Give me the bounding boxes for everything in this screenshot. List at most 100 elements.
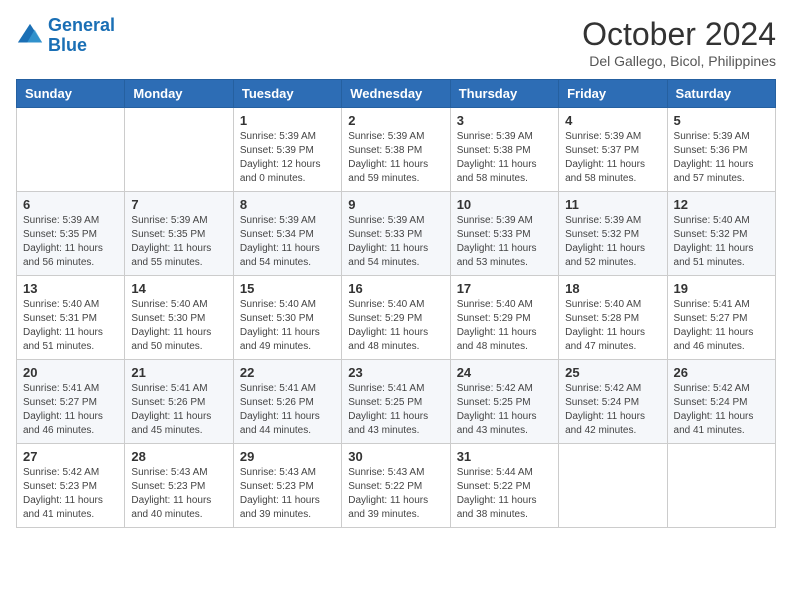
day-info: Sunrise: 5:40 AM Sunset: 5:31 PM Dayligh… (23, 298, 118, 354)
day-info: Sunrise: 5:42 AM Sunset: 5:23 PM Dayligh… (23, 466, 118, 522)
calendar-cell: 17Sunrise: 5:40 AM Sunset: 5:29 PM Dayli… (450, 276, 558, 360)
header-friday: Friday (559, 80, 667, 108)
calendar-week-row: 20Sunrise: 5:41 AM Sunset: 5:27 PM Dayli… (17, 360, 776, 444)
day-info: Sunrise: 5:43 AM Sunset: 5:23 PM Dayligh… (131, 466, 226, 522)
calendar-cell: 19 Sunrise: 5:41 AM Sunset: 5:27 PM Dayli… (667, 276, 775, 360)
calendar-cell (125, 108, 233, 192)
calendar-cell: 1Sunrise: 5:39 AM Sunset: 5:39 PM Daylig… (233, 108, 341, 192)
calendar-cell: 18 Sunrise: 5:40 AM Sunset: 5:28 PM Dayli… (559, 276, 667, 360)
day-info: Sunrise: 5:43 AM Sunset: 5:22 PM Dayligh… (348, 466, 443, 522)
day-number: 22 (240, 365, 335, 380)
day-info: Sunrise: 5:39 AM Sunset: 5:36 PM Dayligh… (674, 130, 769, 186)
calendar-cell: 28 Sunrise: 5:43 AM Sunset: 5:23 PM Dayli… (125, 444, 233, 528)
calendar-cell: 27 Sunrise: 5:42 AM Sunset: 5:23 PM Dayli… (17, 444, 125, 528)
header-wednesday: Wednesday (342, 80, 450, 108)
logo-icon (16, 22, 44, 50)
day-info: Sunrise: 5:39 AM Sunset: 5:38 PM Dayligh… (457, 130, 552, 186)
day-info: Sunrise: 5:39 AM Sunset: 5:38 PM Dayligh… (348, 130, 443, 186)
calendar-cell: 22Sunrise: 5:41 AM Sunset: 5:26 PM Dayli… (233, 360, 341, 444)
calendar-cell: 29 Sunrise: 5:43 AM Sunset: 5:23 PM Dayli… (233, 444, 341, 528)
day-number: 16 (348, 281, 443, 296)
calendar-cell: 16Sunrise: 5:40 AM Sunset: 5:29 PM Dayli… (342, 276, 450, 360)
calendar-cell: 13 Sunrise: 5:40 AM Sunset: 5:31 PM Dayli… (17, 276, 125, 360)
calendar-cell: 11 Sunrise: 5:39 AM Sunset: 5:32 PM Dayli… (559, 192, 667, 276)
calendar-cell: 7 Sunrise: 5:39 AM Sunset: 5:35 PM Daylig… (125, 192, 233, 276)
day-number: 23 (348, 365, 443, 380)
day-info: Sunrise: 5:40 AM Sunset: 5:30 PM Dayligh… (131, 298, 226, 354)
calendar-week-row: 1Sunrise: 5:39 AM Sunset: 5:39 PM Daylig… (17, 108, 776, 192)
day-number: 28 (131, 449, 226, 464)
day-number: 5 (674, 113, 769, 128)
calendar-cell (559, 444, 667, 528)
header-row: SundayMondayTuesdayWednesdayThursdayFrid… (17, 80, 776, 108)
calendar-cell: 31 Sunrise: 5:44 AM Sunset: 5:22 PM Dayli… (450, 444, 558, 528)
day-info: Sunrise: 5:41 AM Sunset: 5:26 PM Dayligh… (131, 382, 226, 438)
calendar-cell (17, 108, 125, 192)
calendar-week-row: 27 Sunrise: 5:42 AM Sunset: 5:23 PM Dayli… (17, 444, 776, 528)
calendar-cell: 10Sunrise: 5:39 AM Sunset: 5:33 PM Dayli… (450, 192, 558, 276)
calendar-cell: 3Sunrise: 5:39 AM Sunset: 5:38 PM Daylig… (450, 108, 558, 192)
day-info: Sunrise: 5:42 AM Sunset: 5:25 PM Dayligh… (457, 382, 552, 438)
calendar-cell: 23 Sunrise: 5:41 AM Sunset: 5:25 PM Dayli… (342, 360, 450, 444)
calendar-week-row: 13 Sunrise: 5:40 AM Sunset: 5:31 PM Dayli… (17, 276, 776, 360)
day-number: 18 (565, 281, 660, 296)
day-number: 27 (23, 449, 118, 464)
day-number: 31 (457, 449, 552, 464)
day-number: 14 (131, 281, 226, 296)
calendar-cell: 30 Sunrise: 5:43 AM Sunset: 5:22 PM Dayli… (342, 444, 450, 528)
day-info: Sunrise: 5:41 AM Sunset: 5:25 PM Dayligh… (348, 382, 443, 438)
page-header: General Blue October 2024 Del Gallego, B… (16, 16, 776, 69)
day-number: 6 (23, 197, 118, 212)
header-sunday: Sunday (17, 80, 125, 108)
calendar-cell: 24 Sunrise: 5:42 AM Sunset: 5:25 PM Dayli… (450, 360, 558, 444)
day-info: Sunrise: 5:40 AM Sunset: 5:29 PM Dayligh… (457, 298, 552, 354)
day-number: 24 (457, 365, 552, 380)
day-info: Sunrise: 5:43 AM Sunset: 5:23 PM Dayligh… (240, 466, 335, 522)
calendar-cell: 2 Sunrise: 5:39 AM Sunset: 5:38 PM Daylig… (342, 108, 450, 192)
day-number: 7 (131, 197, 226, 212)
day-info: Sunrise: 5:41 AM Sunset: 5:27 PM Dayligh… (674, 298, 769, 354)
day-number: 11 (565, 197, 660, 212)
day-info: Sunrise: 5:39 AM Sunset: 5:32 PM Dayligh… (565, 214, 660, 270)
day-number: 30 (348, 449, 443, 464)
day-info: Sunrise: 5:39 AM Sunset: 5:34 PM Dayligh… (240, 214, 335, 270)
day-number: 29 (240, 449, 335, 464)
day-info: Sunrise: 5:41 AM Sunset: 5:27 PM Dayligh… (23, 382, 118, 438)
calendar-cell: 6 Sunrise: 5:39 AM Sunset: 5:35 PM Daylig… (17, 192, 125, 276)
day-number: 25 (565, 365, 660, 380)
day-number: 26 (674, 365, 769, 380)
header-tuesday: Tuesday (233, 80, 341, 108)
day-number: 13 (23, 281, 118, 296)
day-info: Sunrise: 5:40 AM Sunset: 5:28 PM Dayligh… (565, 298, 660, 354)
day-info: Sunrise: 5:40 AM Sunset: 5:30 PM Dayligh… (240, 298, 335, 354)
day-info: Sunrise: 5:39 AM Sunset: 5:35 PM Dayligh… (23, 214, 118, 270)
logo-line2: Blue (48, 35, 87, 55)
calendar: SundayMondayTuesdayWednesdayThursdayFrid… (16, 79, 776, 528)
header-saturday: Saturday (667, 80, 775, 108)
day-number: 15 (240, 281, 335, 296)
day-info: Sunrise: 5:42 AM Sunset: 5:24 PM Dayligh… (565, 382, 660, 438)
day-number: 4 (565, 113, 660, 128)
calendar-cell: 21 Sunrise: 5:41 AM Sunset: 5:26 PM Dayli… (125, 360, 233, 444)
day-info: Sunrise: 5:39 AM Sunset: 5:35 PM Dayligh… (131, 214, 226, 270)
day-number: 2 (348, 113, 443, 128)
day-info: Sunrise: 5:39 AM Sunset: 5:37 PM Dayligh… (565, 130, 660, 186)
day-info: Sunrise: 5:40 AM Sunset: 5:32 PM Dayligh… (674, 214, 769, 270)
calendar-cell: 4 Sunrise: 5:39 AM Sunset: 5:37 PM Daylig… (559, 108, 667, 192)
calendar-cell: 25 Sunrise: 5:42 AM Sunset: 5:24 PM Dayli… (559, 360, 667, 444)
day-number: 8 (240, 197, 335, 212)
calendar-cell: 15 Sunrise: 5:40 AM Sunset: 5:30 PM Dayli… (233, 276, 341, 360)
day-number: 1 (240, 113, 335, 128)
title-section: October 2024 Del Gallego, Bicol, Philipp… (582, 16, 776, 69)
day-number: 10 (457, 197, 552, 212)
day-number: 21 (131, 365, 226, 380)
calendar-cell: 14 Sunrise: 5:40 AM Sunset: 5:30 PM Dayli… (125, 276, 233, 360)
calendar-body: 1Sunrise: 5:39 AM Sunset: 5:39 PM Daylig… (17, 108, 776, 528)
logo-text: General Blue (48, 16, 115, 56)
calendar-cell: 12Sunrise: 5:40 AM Sunset: 5:32 PM Dayli… (667, 192, 775, 276)
calendar-cell: 8 Sunrise: 5:39 AM Sunset: 5:34 PM Daylig… (233, 192, 341, 276)
logo-line1: General (48, 15, 115, 35)
month-title: October 2024 (582, 16, 776, 53)
day-info: Sunrise: 5:44 AM Sunset: 5:22 PM Dayligh… (457, 466, 552, 522)
day-number: 19 (674, 281, 769, 296)
